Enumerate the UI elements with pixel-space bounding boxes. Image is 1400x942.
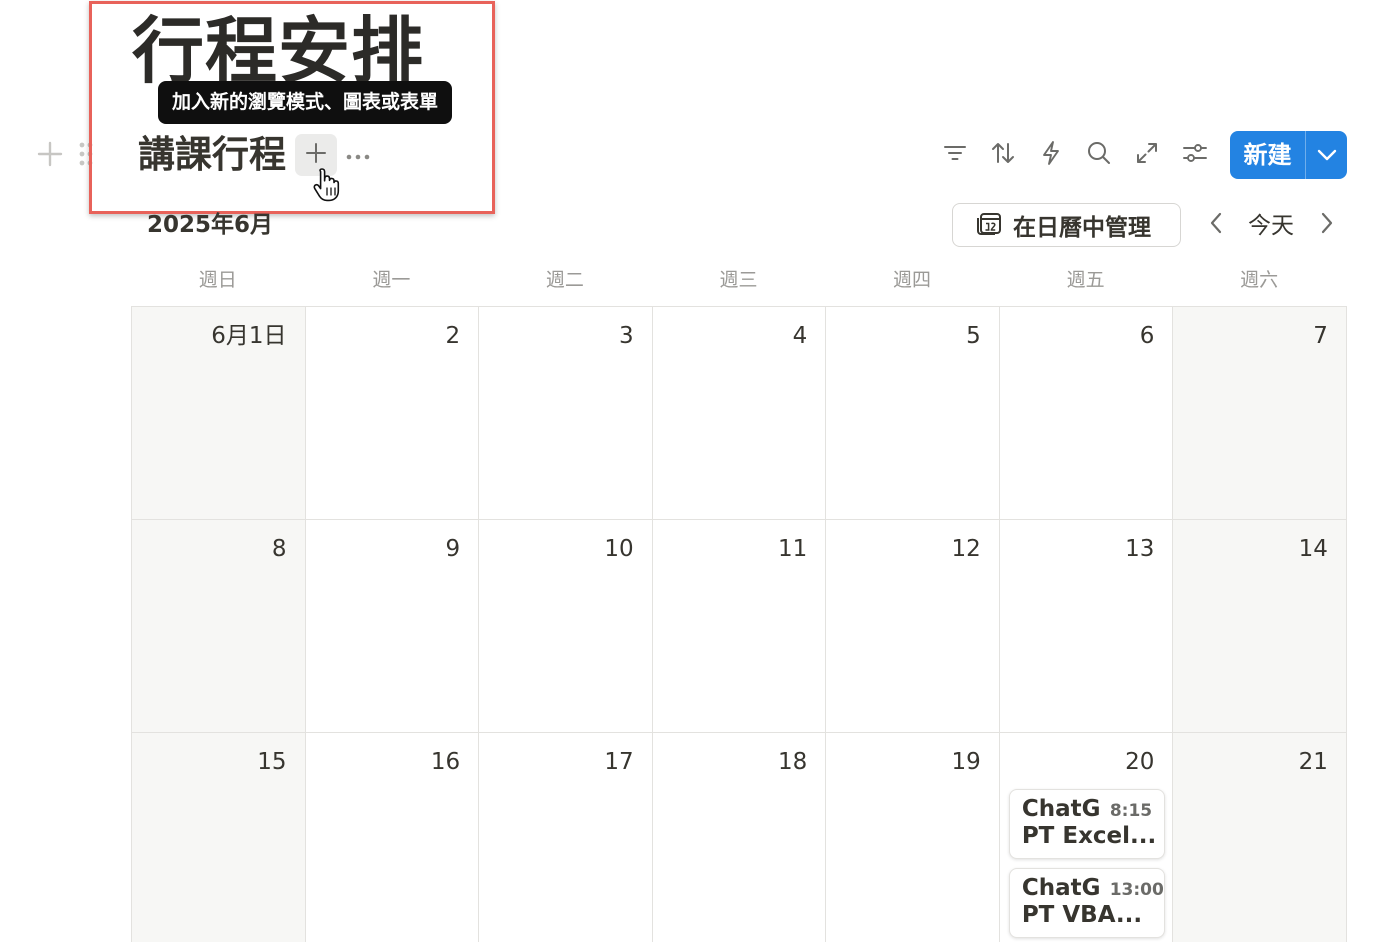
calendar-month-label: 2025年6月: [147, 212, 274, 238]
view-tab-name[interactable]: 講課行程: [138, 130, 286, 180]
tooltip: 加入新的瀏覽模式、圖表或表單: [158, 81, 453, 124]
filter-icon: [942, 143, 968, 167]
lightning-icon: [1040, 140, 1062, 170]
event-card[interactable]: ChatG 8:15 PT Excel...: [1008, 789, 1165, 859]
weekday-label: 週二: [545, 269, 584, 291]
day-number: 14: [1298, 536, 1328, 562]
calendar-day-cell[interactable]: 21: [1173, 733, 1347, 942]
calendar-day-cell[interactable]: 19: [826, 733, 1000, 942]
calendar-day-cell[interactable]: 6月1日: [132, 307, 306, 520]
search-button[interactable]: [1082, 138, 1116, 172]
block-handle[interactable]: [36, 140, 94, 168]
new-dropdown-button[interactable]: [1306, 131, 1347, 179]
calendar-day-cell[interactable]: 12: [826, 520, 1000, 733]
calendar-day-cell[interactable]: 14: [1173, 520, 1347, 733]
filter-button[interactable]: [938, 138, 972, 172]
day-number: 12: [951, 536, 981, 562]
event-title-line1: ChatG: [1021, 796, 1101, 822]
event-card[interactable]: ChatG 13:00 PT VBA...: [1008, 868, 1165, 938]
calendar-day-cell[interactable]: 16: [305, 733, 480, 942]
calendar-day-cell[interactable]: 13: [999, 520, 1174, 733]
calendar-day-cell[interactable]: 15: [132, 733, 306, 942]
day-number: 6: [1139, 323, 1155, 349]
event-title-line1: ChatG: [1021, 875, 1101, 901]
hand-cursor-icon: [313, 166, 345, 206]
weekday-header: 週日 週一 週二 週三 週四 週五 週六: [131, 262, 1346, 298]
calendar-week-row: 6月1日 2 3 4 5 6 7: [132, 307, 1347, 520]
day-number: 4: [792, 323, 808, 349]
expand-button[interactable]: [1130, 138, 1164, 172]
weekday-label: 週五: [1066, 269, 1105, 291]
calendar-day-cell[interactable]: 11: [652, 520, 827, 733]
weekday-label: 週日: [198, 269, 237, 291]
calendar-day-cell[interactable]: 3: [479, 307, 653, 520]
event-header: ChatG 13:00: [1022, 875, 1164, 901]
day-number: 19: [951, 749, 981, 775]
view-more-button[interactable]: [345, 139, 371, 169]
day-number: 17: [604, 749, 634, 775]
calendar-week-row: 15 16 17 18 19 20 ChatG 8:15 PT Excel...…: [132, 733, 1347, 942]
day-number: 6月1日: [211, 323, 287, 349]
sort-button[interactable]: [986, 138, 1020, 172]
search-icon: [1086, 140, 1112, 170]
event-time: 8:15: [1109, 801, 1153, 821]
event-title-line2: PT VBA...: [1021, 902, 1143, 928]
new-button-group: 新建: [1230, 131, 1347, 179]
event-time: 13:00: [1109, 880, 1164, 900]
day-number: 9: [445, 536, 461, 562]
settings-sliders-icon: [1182, 142, 1208, 168]
sort-icon: [990, 141, 1016, 169]
calendar-day-cell[interactable]: 8: [132, 520, 306, 733]
calendar-day-cell[interactable]: 5: [826, 307, 1000, 520]
day-number: 11: [777, 536, 808, 562]
weekday-label: 週六: [1240, 269, 1279, 291]
calendar-day-cell[interactable]: 18: [652, 733, 827, 942]
next-month-button[interactable]: [1314, 210, 1340, 240]
calendar-day-cell[interactable]: 10: [479, 520, 653, 733]
day-number: 3: [619, 323, 634, 349]
calendar-icon: [975, 208, 1003, 242]
drag-handle-icon[interactable]: [78, 140, 94, 168]
day-number: 7: [1313, 323, 1328, 349]
calendar-day-cell[interactable]: 20 ChatG 8:15 PT Excel... ChatG 13:00 PT…: [999, 733, 1174, 942]
calendar-grid: 6月1日 2 3 4 5 6 7 8 9 10 11 12 13 14 15 1…: [131, 306, 1347, 942]
event-title-line2: PT Excel...: [1021, 823, 1157, 849]
weekday-label: 週四: [893, 269, 932, 291]
day-number: 16: [430, 749, 461, 775]
previous-month-button[interactable]: [1203, 210, 1229, 240]
day-number: 15: [257, 749, 287, 775]
view-settings-button[interactable]: [1178, 138, 1212, 172]
day-number: 2: [445, 323, 461, 349]
more-icon: [346, 145, 370, 164]
day-number: 5: [966, 323, 981, 349]
day-number: 21: [1298, 749, 1328, 775]
calendar-day-cell[interactable]: 4: [652, 307, 827, 520]
chevron-down-icon: [1317, 146, 1337, 165]
expand-icon: [1135, 141, 1159, 169]
day-number: 18: [777, 749, 808, 775]
calendar-day-cell[interactable]: 6: [999, 307, 1174, 520]
calendar-day-cell[interactable]: 7: [1173, 307, 1347, 520]
calendar-day-cell[interactable]: 17: [479, 733, 653, 942]
day-number: 10: [604, 536, 634, 562]
plus-icon: [305, 142, 327, 168]
manage-in-calendar-label: 在日曆中管理: [1013, 215, 1151, 241]
today-button[interactable]: 今天: [1240, 206, 1302, 246]
day-number: 13: [1125, 536, 1155, 562]
calendar-week-row: 8 9 10 11 12 13 14: [132, 520, 1347, 733]
weekday-label: 週三: [719, 269, 758, 291]
event-header: ChatG 8:15: [1022, 796, 1164, 822]
chevron-left-icon: [1209, 211, 1223, 239]
automation-button[interactable]: [1034, 138, 1068, 172]
day-number: 20: [1125, 749, 1155, 775]
day-number: 8: [271, 536, 287, 562]
weekday-label: 週一: [372, 269, 411, 291]
add-block-icon[interactable]: [36, 140, 64, 168]
chevron-right-icon: [1320, 211, 1334, 239]
manage-in-calendar-button[interactable]: 在日曆中管理: [952, 203, 1181, 247]
calendar-day-cell[interactable]: 2: [305, 307, 480, 520]
new-button[interactable]: 新建: [1230, 131, 1305, 179]
calendar-day-cell[interactable]: 9: [305, 520, 480, 733]
